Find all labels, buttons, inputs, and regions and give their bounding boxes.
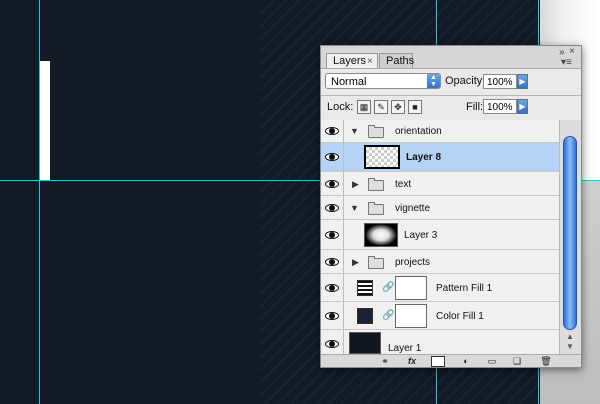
eye-icon (325, 311, 339, 320)
tab-layers[interactable]: Layers × (326, 53, 378, 68)
layer-name: vignette (395, 203, 431, 214)
scroll-up-arrow-icon[interactable]: ▲ (566, 332, 574, 341)
close-panel-icon[interactable]: × (569, 46, 575, 57)
lock-all-icon[interactable]: ■ (408, 100, 422, 114)
adjustment-icon[interactable]: ◐ (459, 356, 473, 366)
expand-triangle-icon[interactable]: ▼ (350, 203, 359, 213)
pattern-fill-icon (357, 280, 373, 296)
layer-name: Color Fill 1 (436, 311, 484, 322)
new-group-icon[interactable]: ▭ (485, 356, 499, 366)
visibility-toggle[interactable] (321, 120, 344, 142)
visibility-toggle[interactable] (321, 302, 344, 329)
eye-icon (325, 153, 339, 161)
layers-scrollbar[interactable]: ▲ ▼ (559, 120, 581, 354)
eye-icon (325, 179, 339, 188)
visibility-toggle[interactable] (321, 220, 344, 249)
layer-row-text[interactable]: ▶ text (321, 172, 559, 196)
layer-name: Pattern Fill 1 (436, 283, 493, 294)
layer-mask-thumbnail (395, 276, 427, 300)
folder-icon (368, 202, 384, 215)
eye-icon (325, 230, 339, 239)
link-layers-icon[interactable]: ⚭ (377, 356, 393, 366)
folder-icon (368, 125, 384, 138)
link-icon[interactable]: 🔗 (382, 282, 394, 293)
layer-mask-thumbnail (395, 304, 427, 328)
color-fill-swatch[interactable] (357, 308, 373, 324)
layer-row-orientation[interactable]: ▼ orientation (321, 120, 559, 143)
opacity-label: Opacity: (445, 75, 486, 87)
visibility-toggle[interactable] (321, 172, 344, 195)
eye-icon (325, 283, 339, 292)
eye-icon (325, 127, 339, 135)
panel-tab-bar: Layers × Paths » × ▾≡ (321, 46, 581, 69)
layer-name: orientation (395, 126, 442, 137)
scrollbar-thumb[interactable] (563, 136, 577, 330)
scroll-down-arrow-icon[interactable]: ▼ (566, 342, 574, 351)
layer-name: text (395, 179, 412, 190)
visibility-toggle[interactable] (321, 143, 344, 171)
visibility-toggle[interactable] (321, 330, 344, 354)
tab-close-icon[interactable]: × (367, 54, 373, 69)
panel-bottom-bar: ⚭ fx ◐ ▭ ❏ 🗑 (321, 354, 581, 367)
opacity-field[interactable]: 100% (483, 74, 517, 89)
layer-thumbnail (364, 145, 400, 169)
tab-paths-label: Paths (386, 55, 415, 67)
layers-list: ▼ orientation Layer 8 ▶ text ▼ vignette (321, 120, 559, 354)
eye-icon (325, 257, 339, 266)
layer-name: projects (395, 257, 431, 268)
layer-name: Layer 1 (388, 343, 422, 354)
lock-label: Lock: (327, 101, 354, 113)
panel-menu-icon[interactable]: ▾≡ (561, 57, 572, 68)
mask-icon[interactable] (431, 356, 445, 367)
layer-row-vignette[interactable]: ▼ vignette (321, 196, 559, 220)
trash-icon[interactable]: 🗑 (539, 356, 553, 366)
layer-name: Layer 8 (406, 152, 442, 163)
layer-name: Layer 3 (404, 230, 438, 241)
guide-vertical[interactable] (39, 0, 40, 404)
link-icon[interactable]: 🔗 (382, 310, 394, 321)
collapse-triangle-icon[interactable]: ▶ (352, 179, 359, 190)
fx-icon[interactable]: fx (403, 356, 421, 366)
blend-mode-value: Normal (331, 76, 367, 88)
divider (321, 95, 581, 96)
layer-row-projects[interactable]: ▶ projects (321, 250, 559, 274)
layer-thumbnail (364, 223, 398, 247)
folder-icon (368, 256, 384, 269)
fill-label: Fill: (466, 101, 484, 113)
visibility-toggle[interactable] (321, 274, 344, 301)
layer-row-layer-1[interactable]: Layer 1 (321, 330, 559, 354)
layer-row-color-fill[interactable]: 🔗 Color Fill 1 (321, 302, 559, 330)
lock-paint-icon[interactable]: ✎ (374, 100, 388, 114)
canvas-white-bar (40, 61, 50, 181)
opacity-slider-button[interactable]: ▶ (517, 74, 528, 89)
expand-triangle-icon[interactable]: ▼ (350, 126, 359, 136)
folder-icon (368, 178, 384, 191)
collapse-triangle-icon[interactable]: ▶ (352, 257, 359, 268)
tab-layers-label: Layers (333, 55, 367, 67)
fill-slider-button[interactable]: ▶ (517, 99, 528, 114)
visibility-toggle[interactable] (321, 196, 344, 219)
tab-paths[interactable]: Paths (379, 53, 415, 68)
select-arrows-icon: ▲ ▼ (427, 74, 440, 88)
eye-icon (325, 340, 339, 348)
layer-thumbnail (349, 332, 381, 354)
visibility-toggle[interactable] (321, 250, 344, 273)
new-layer-icon[interactable]: ❏ (511, 356, 523, 366)
fill-field[interactable]: 100% (483, 99, 517, 114)
lock-move-icon[interactable]: ✥ (391, 100, 405, 114)
layer-row-layer-8[interactable]: Layer 8 (321, 143, 559, 172)
layers-panel: Layers × Paths » × ▾≡ Normal ▲ ▼ Opacity:… (320, 45, 582, 368)
blend-mode-select[interactable]: Normal ▲ ▼ (325, 73, 441, 89)
lock-transparent-icon[interactable]: ▦ (357, 100, 371, 114)
eye-icon (325, 203, 339, 212)
layer-row-pattern-fill[interactable]: 🔗 Pattern Fill 1 (321, 274, 559, 302)
layer-row-layer-3[interactable]: Layer 3 (321, 220, 559, 250)
